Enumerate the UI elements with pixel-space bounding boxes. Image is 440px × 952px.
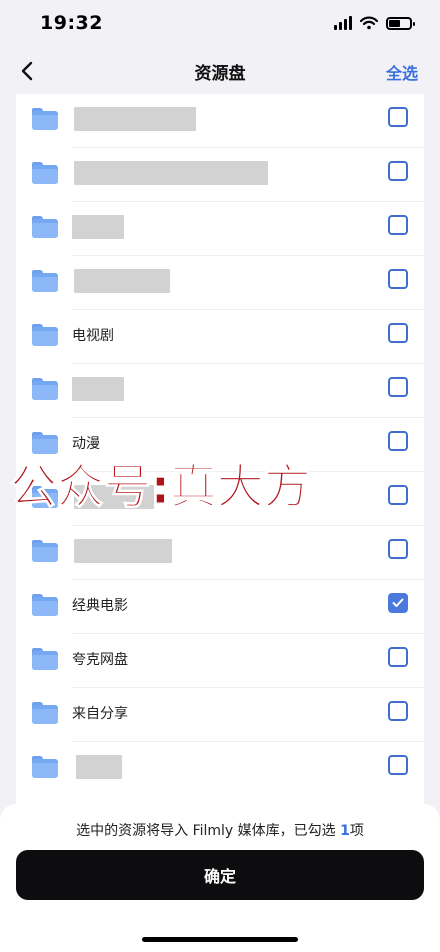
import-hint-suffix: 项 — [349, 823, 364, 839]
page-title: 资源盘 — [194, 64, 246, 84]
folder-icon — [32, 324, 58, 346]
list-item[interactable]: 电视剧 — [16, 310, 424, 364]
folder-icon — [32, 378, 58, 400]
blurred-name — [74, 269, 170, 293]
blurred-name — [72, 215, 124, 239]
folder-icon — [32, 540, 58, 562]
select-checkbox[interactable] — [388, 161, 408, 181]
select-checkbox[interactable] — [388, 107, 408, 127]
confirm-button[interactable]: 确定 — [16, 850, 424, 900]
list-item-label: 电视剧 — [72, 328, 114, 344]
blurred-name — [74, 107, 196, 131]
list-item[interactable] — [16, 148, 424, 202]
nav-bar: 资源盘 全选 — [0, 48, 440, 94]
select-checkbox[interactable] — [388, 647, 408, 667]
selected-count: 1 — [340, 823, 350, 839]
wifi-icon — [360, 16, 378, 30]
status-bar: 19:32 — [0, 0, 440, 48]
blurred-name — [72, 377, 124, 401]
blurred-name — [76, 755, 122, 779]
list-item[interactable]: 夸克网盘 — [16, 634, 424, 688]
select-checkbox[interactable] — [388, 755, 408, 775]
import-hint: 选中的资源将导入 Filmly 媒体库，已勾选 1项 — [0, 820, 440, 840]
status-time: 19:32 — [40, 12, 103, 34]
list-item[interactable] — [16, 526, 424, 580]
list-item[interactable] — [16, 364, 424, 418]
bottom-action-sheet: 选中的资源将导入 Filmly 媒体库，已勾选 1项 确定 — [0, 804, 440, 952]
list-item-label: 夸克网盘 — [72, 652, 128, 668]
folder-icon — [32, 648, 58, 670]
select-all-button[interactable]: 全选 — [386, 60, 418, 84]
folder-icon — [32, 270, 58, 292]
select-checkbox[interactable] — [388, 593, 408, 613]
blurred-name — [74, 161, 268, 185]
select-checkbox[interactable] — [388, 269, 408, 289]
folder-icon — [32, 216, 58, 238]
list-item[interactable] — [16, 202, 424, 256]
import-hint-prefix: 选中的资源将导入 Filmly 媒体库，已勾选 — [76, 823, 341, 839]
folder-icon — [32, 594, 58, 616]
select-checkbox[interactable] — [388, 701, 408, 721]
home-indicator — [142, 937, 298, 942]
list-item[interactable]: 来自分享 — [16, 688, 424, 742]
select-checkbox[interactable] — [388, 539, 408, 559]
select-checkbox[interactable] — [388, 323, 408, 343]
select-checkbox[interactable] — [388, 377, 408, 397]
select-checkbox[interactable] — [388, 215, 408, 235]
list-item-label: 经典电影 — [72, 598, 128, 614]
checkmark-icon — [392, 598, 404, 607]
blurred-name — [74, 539, 172, 563]
list-item[interactable] — [16, 94, 424, 148]
status-icons — [334, 16, 415, 30]
list-item[interactable]: 经典电影 — [16, 580, 424, 634]
folder-icon — [32, 702, 58, 724]
battery-icon — [386, 16, 415, 30]
list-item-label: 来自分享 — [72, 706, 128, 722]
folder-icon — [32, 108, 58, 130]
folder-icon — [32, 756, 58, 778]
list-item[interactable] — [16, 742, 424, 796]
folder-icon — [32, 162, 58, 184]
list-item[interactable] — [16, 256, 424, 310]
cellular-signal-icon — [334, 16, 352, 30]
watermark-text: 公众号:真大方 — [10, 460, 312, 516]
